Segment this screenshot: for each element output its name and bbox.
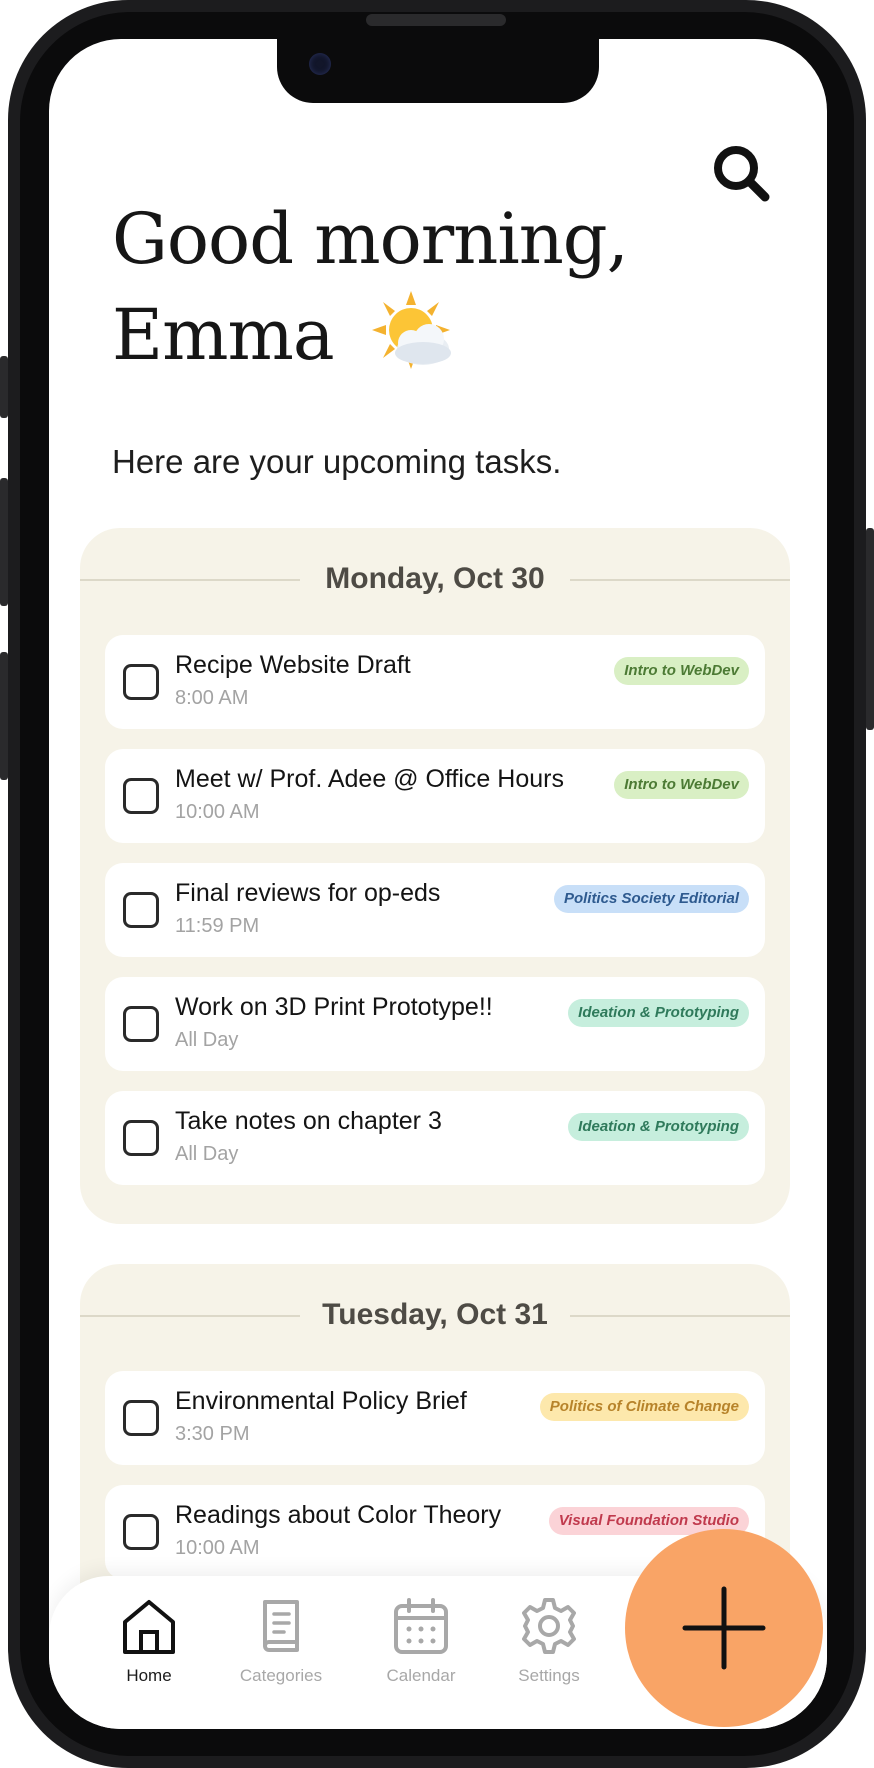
task-item[interactable]: Recipe Website Draft 8:00 AM Intro to We… [105, 635, 765, 729]
task-category-tag: Intro to WebDev [614, 657, 749, 685]
nav-item-calendar[interactable]: Calendar [366, 1596, 476, 1706]
task-item[interactable]: Final reviews for op-eds 11:59 PM Politi… [105, 863, 765, 957]
task-category-tag: Ideation & Prototyping [568, 1113, 749, 1141]
task-name: Work on 3D Print Prototype!! [175, 993, 493, 1021]
task-name: Take notes on chapter 3 [175, 1107, 442, 1135]
book-icon [263, 1600, 299, 1652]
greeting-heading: Good morning, Emma [112, 191, 629, 383]
greeting-line-1: Good morning, [112, 198, 629, 280]
gear-icon [522, 1598, 576, 1654]
nav-label: Calendar [386, 1666, 456, 1685]
task-item[interactable]: Take notes on chapter 3 All Day Ideation… [105, 1091, 765, 1185]
task-checkbox[interactable] [123, 1514, 159, 1550]
task-name: Meet w/ Prof. Adee @ Office Hours [175, 765, 564, 793]
divider-line [80, 1315, 300, 1317]
side-button-power [866, 528, 874, 730]
task-item[interactable]: Work on 3D Print Prototype!! All Day Ide… [105, 977, 765, 1071]
task-category-tag: Ideation & Prototyping [568, 999, 749, 1027]
task-item[interactable]: Meet w/ Prof. Adee @ Office Hours 10:00 … [105, 749, 765, 843]
search-button[interactable] [709, 141, 775, 207]
side-button-mute [0, 356, 8, 418]
task-checkbox[interactable] [123, 778, 159, 814]
task-time: All Day [175, 1143, 239, 1165]
nav-label: Categories [239, 1666, 323, 1685]
divider-line [570, 579, 790, 581]
task-checkbox[interactable] [123, 1400, 159, 1436]
nav-item-home[interactable]: Home [94, 1596, 204, 1706]
task-time: 11:59 PM [175, 915, 260, 937]
task-checkbox[interactable] [123, 1006, 159, 1042]
notch [277, 39, 599, 103]
task-checkbox[interactable] [123, 892, 159, 928]
earpiece-speaker [366, 14, 506, 26]
divider-line [570, 1315, 790, 1317]
side-button-volume-up [0, 478, 8, 606]
nav-item-categories[interactable]: Categories [226, 1596, 336, 1706]
task-name: Final reviews for op-eds [175, 879, 441, 907]
calendar-icon [394, 1598, 448, 1654]
task-category-tag: Politics of Climate Change [539, 1393, 749, 1421]
divider-line [80, 579, 300, 581]
search-icon [714, 146, 770, 202]
task-time: 10:00 AM [175, 1537, 260, 1559]
task-checkbox[interactable] [123, 1120, 159, 1156]
task-name: Environmental Policy Brief [175, 1387, 467, 1415]
task-name: Recipe Website Draft [175, 651, 411, 679]
day-header: Tuesday, Oct 31 [80, 1290, 790, 1340]
nav-label: Home [126, 1666, 172, 1685]
task-time: 3:30 PM [175, 1423, 250, 1445]
plus-icon [682, 1586, 766, 1670]
greeting-name: Emma [112, 294, 335, 376]
side-button-volume-down [0, 652, 8, 780]
add-task-button[interactable] [625, 1529, 823, 1727]
task-time: 10:00 AM [175, 801, 260, 823]
task-time: 8:00 AM [175, 687, 249, 709]
day-title: Monday, Oct 30 [305, 562, 565, 596]
nav-item-settings[interactable]: Settings [494, 1596, 604, 1706]
day-card-monday: Monday, Oct 30 Recipe Website Draft 8:00… [80, 528, 790, 1224]
nav-label: Settings [518, 1666, 580, 1685]
task-checkbox[interactable] [123, 664, 159, 700]
task-item[interactable]: Environmental Policy Brief 3:30 PM Polit… [105, 1371, 765, 1465]
task-time: All Day [175, 1029, 239, 1051]
task-category-tag: Politics Society Editorial [553, 885, 749, 913]
front-camera [309, 53, 331, 75]
task-name: Readings about Color Theory [175, 1501, 502, 1529]
home-icon [123, 1600, 175, 1654]
app-screen: Good morning, Emma Here are your upcomin… [49, 39, 827, 1729]
sun-behind-cloud-icon [372, 291, 451, 369]
subtitle: Here are your upcoming tasks. [112, 443, 562, 480]
day-title: Tuesday, Oct 31 [302, 1298, 568, 1332]
day-header: Monday, Oct 30 [80, 554, 790, 604]
task-category-tag: Intro to WebDev [614, 771, 749, 799]
